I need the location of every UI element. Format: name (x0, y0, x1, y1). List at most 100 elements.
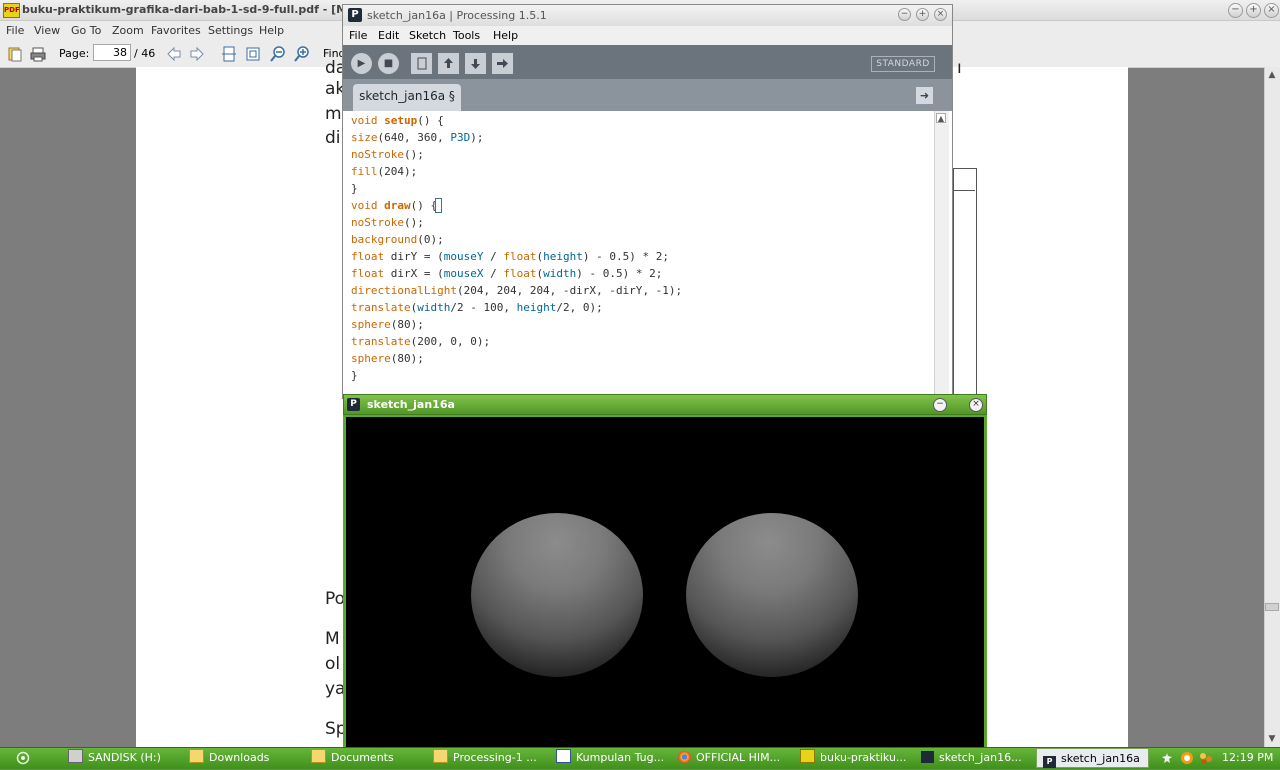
menu-file[interactable]: File (6, 24, 24, 37)
code-line: void draw() { (351, 199, 438, 212)
menu-goto[interactable]: Go To (71, 24, 101, 37)
drive-icon (68, 749, 83, 763)
page-number-input[interactable]: 38 (93, 44, 131, 61)
maximize-icon[interactable]: + (1246, 3, 1261, 18)
mode-selector[interactable]: STANDARD (871, 56, 935, 72)
new-sketch-button[interactable] (411, 53, 432, 74)
taskbar-item-label: Downloads (209, 751, 270, 764)
taskbar-item[interactable]: Processing-1 ... (433, 749, 537, 766)
code-line: sphere(80); (351, 318, 424, 331)
taskbar-item[interactable]: buku-praktiku... (800, 749, 906, 766)
left-sphere (471, 513, 643, 677)
pdf-icon (800, 749, 815, 763)
print-icon[interactable] (30, 46, 46, 62)
menu-favorites[interactable]: Favorites (151, 24, 201, 37)
tray-update-icon[interactable] (1180, 749, 1194, 766)
bracket-match-highlight (435, 198, 442, 213)
folder-icon (311, 749, 326, 763)
save-sketch-button[interactable] (465, 53, 486, 74)
code-line: noStroke(); (351, 216, 424, 229)
tray-settings-icon[interactable] (1161, 749, 1173, 766)
pdf-text-fragment: ol (325, 654, 341, 674)
stop-button[interactable]: ■ (378, 53, 399, 74)
sketch-window-title: sketch_jan16a (367, 398, 455, 411)
pdf-figure-divider (953, 190, 975, 191)
ide-minimize-icon[interactable]: − (898, 8, 911, 21)
code-line: float dirX = (mouseX / float(width) - 0.… (351, 267, 663, 280)
folder-icon (433, 749, 448, 763)
editor-scroll-up-icon[interactable]: ▲ (936, 113, 946, 123)
sketch-canvas[interactable] (346, 417, 984, 747)
processing-icon (921, 751, 934, 763)
scroll-thumb[interactable] (1265, 603, 1279, 611)
ide-menu-file[interactable]: File (349, 29, 367, 42)
tab-menu-arrow-icon[interactable]: ➜ (916, 87, 933, 104)
code-line: noStroke(); (351, 148, 424, 161)
scroll-down-icon[interactable]: ▼ (1266, 733, 1278, 745)
code-line: } (351, 369, 358, 382)
menu-help[interactable]: Help (259, 24, 284, 37)
zoom-out-icon[interactable] (270, 46, 286, 62)
tab-sketch[interactable]: sketch_jan16a § (353, 84, 461, 111)
tray-network-icon[interactable] (1198, 749, 1214, 766)
export-button[interactable] (492, 53, 513, 74)
run-button[interactable]: ▶ (351, 53, 372, 74)
code-line: background(0); (351, 233, 444, 246)
ide-menu-help[interactable]: Help (493, 29, 518, 42)
code-line: sphere(80); (351, 352, 424, 365)
pdf-text-fragment: M (325, 629, 340, 649)
taskbar-item-label: Documents (331, 751, 394, 764)
menu-view[interactable]: View (34, 24, 60, 37)
taskbar-item-label: Processing-1 ... (453, 751, 537, 764)
open-sketch-button[interactable] (438, 53, 459, 74)
code-line: translate(width/2 - 100, height/2, 0); (351, 301, 603, 314)
pdf-app-icon: PDF (3, 3, 20, 18)
sketch-close-icon[interactable]: × (969, 398, 983, 412)
code-line: void setup() { (351, 114, 444, 127)
ide-window-title: sketch_jan16a | Processing 1.5.1 (367, 9, 547, 22)
minimize-icon[interactable]: − (1228, 3, 1243, 18)
ide-menu-sketch[interactable]: Sketch (409, 29, 446, 42)
taskbar-item-label: OFFICIAL HIM... (696, 751, 781, 764)
ide-menu-edit[interactable]: Edit (378, 29, 399, 42)
taskbar-item-active[interactable]: Psketch_jan16a (1036, 748, 1149, 768)
scroll-up-icon[interactable]: ▲ (1266, 69, 1278, 81)
page-label: Page: (59, 47, 90, 60)
taskbar-item[interactable]: Kumpulan Tug... (556, 749, 664, 766)
processing-icon: P (1043, 756, 1056, 768)
menu-zoom[interactable]: Zoom (112, 24, 144, 37)
taskbar-item[interactable]: Documents (311, 749, 394, 766)
menu-settings[interactable]: Settings (208, 24, 253, 37)
taskbar-item-label: sketch_jan16a (1061, 752, 1140, 765)
taskbar-item[interactable]: sketch_jan16... (921, 749, 1022, 766)
zoom-in-icon[interactable] (294, 46, 310, 62)
taskbar-item[interactable]: SANDISK (H:) (68, 749, 161, 766)
editor-vertical-scrollbar[interactable] (934, 111, 949, 395)
open-icon[interactable] (7, 46, 23, 62)
pdf-text-fragment: m (325, 104, 342, 124)
taskbar-clock: 12:19 PM (1222, 751, 1274, 764)
page-total: / 46 (134, 47, 156, 60)
fit-page-icon[interactable] (245, 46, 261, 62)
code-line: size(640, 360, P3D); (351, 131, 484, 144)
next-page-icon[interactable] (189, 46, 205, 62)
pdf-vertical-scrollbar[interactable] (1264, 67, 1280, 747)
prev-page-icon[interactable] (166, 46, 182, 62)
start-menu-icon[interactable] (16, 749, 30, 766)
ide-menubar: File Edit Sketch Tools Help (343, 26, 952, 45)
ide-close-icon[interactable]: × (934, 8, 947, 21)
ide-menu-tools[interactable]: Tools (453, 29, 480, 42)
processing-icon: P (348, 8, 362, 22)
taskbar-item[interactable]: Downloads (189, 749, 269, 766)
folder-icon (189, 749, 204, 763)
pdf-figure-box (953, 168, 977, 399)
code-line: fill(204); (351, 165, 418, 178)
sketch-minimize-icon[interactable]: − (933, 398, 947, 412)
fit-width-icon[interactable] (221, 46, 237, 62)
code-line: float dirY = (mouseY / float(height) - 0… (351, 250, 669, 263)
sketch-processing-icon: P (347, 398, 360, 411)
close-icon[interactable]: × (1264, 3, 1279, 18)
taskbar-item[interactable]: OFFICIAL HIM... (678, 749, 780, 766)
code-line: } (351, 182, 358, 195)
ide-maximize-icon[interactable]: + (916, 8, 929, 21)
